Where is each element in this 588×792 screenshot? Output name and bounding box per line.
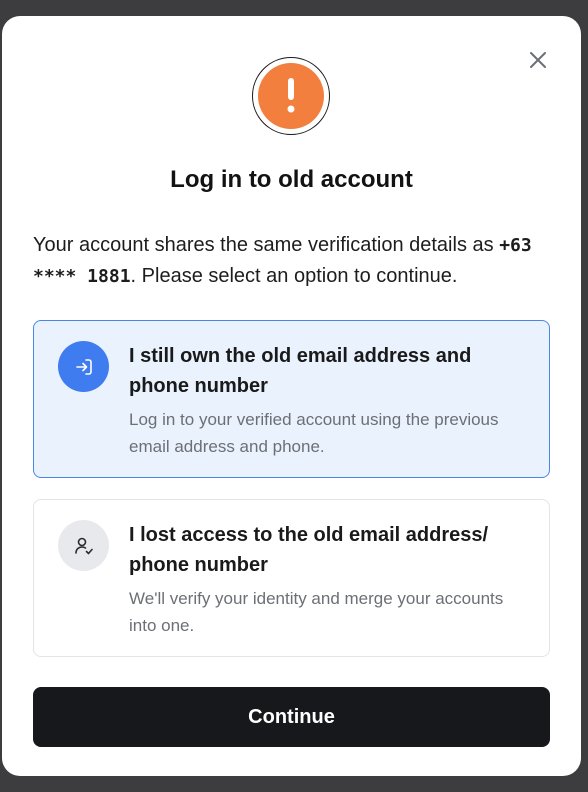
alert-badge bbox=[252, 57, 330, 135]
option-still-own-account[interactable]: I still own the old email address and ph… bbox=[33, 320, 550, 478]
exclamation-icon bbox=[258, 63, 324, 129]
continue-button[interactable]: Continue bbox=[33, 687, 550, 747]
description-suffix: . Please select an option to continue. bbox=[130, 265, 458, 287]
option-subtitle: We'll verify your identity and merge you… bbox=[129, 589, 504, 635]
option-title: I still own the old email address and ph… bbox=[129, 345, 472, 397]
dialog-title: Log in to old account bbox=[170, 166, 413, 193]
option-lost-access[interactable]: I lost access to the old email address/ … bbox=[33, 499, 550, 657]
close-icon bbox=[530, 52, 546, 68]
login-old-account-dialog: Log in to old account Your account share… bbox=[2, 16, 581, 776]
login-arrow-icon bbox=[58, 341, 109, 392]
dialog-description: Your account shares the same verificatio… bbox=[33, 230, 553, 292]
option-subtitle: Log in to your verified account using th… bbox=[129, 410, 499, 456]
user-check-icon bbox=[58, 520, 109, 571]
description-prefix: Your account shares the same verificatio… bbox=[33, 234, 500, 256]
close-button[interactable] bbox=[526, 48, 550, 72]
option-title: I lost access to the old email address/ … bbox=[129, 524, 489, 576]
